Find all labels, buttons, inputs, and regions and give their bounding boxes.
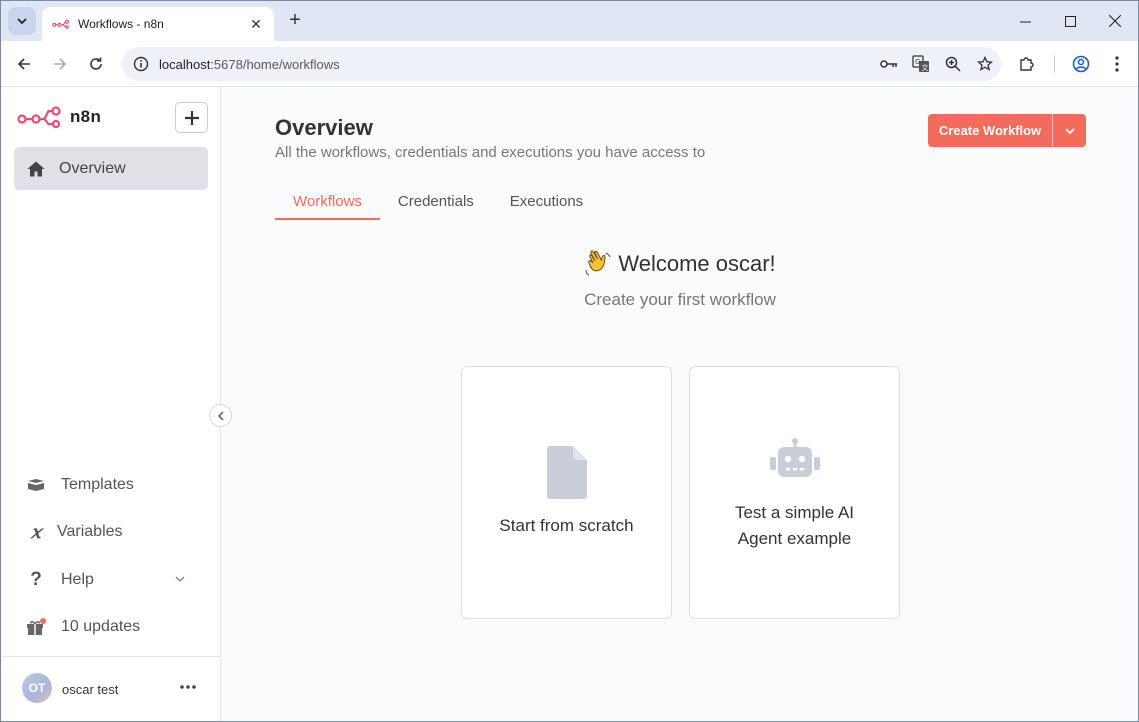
templates-icon xyxy=(25,474,47,496)
logo-text: n8n xyxy=(70,107,102,126)
help-icon: ? xyxy=(30,569,42,590)
minimize-icon xyxy=(1019,21,1031,22)
n8n-logo[interactable]: n8n xyxy=(17,105,101,129)
url-text[interactable]: localhost:5678/home/workflows xyxy=(159,57,873,72)
browser-tab[interactable]: Workflows - n8n ✕ xyxy=(42,7,274,41)
tab-credentials[interactable]: Credentials xyxy=(380,187,492,220)
back-button[interactable] xyxy=(10,50,38,78)
user-menu-button[interactable] xyxy=(177,679,199,695)
ai-agent-example-card[interactable]: Test a simple AI Agent example xyxy=(689,366,900,619)
sidebar-item-templates[interactable]: Templates xyxy=(25,469,205,501)
user-area: OT oscar test xyxy=(1,656,220,721)
card-label: Agent example xyxy=(737,529,852,548)
chevron-down-icon xyxy=(17,18,27,24)
file-icon xyxy=(546,446,588,499)
n8n-logo-icon xyxy=(17,106,61,129)
toolbar-divider xyxy=(1054,55,1055,73)
collapse-sidebar-button[interactable] xyxy=(209,404,232,427)
chevron-left-icon xyxy=(217,410,224,421)
bookmark-star-icon[interactable] xyxy=(969,49,1001,79)
maximize-icon xyxy=(1064,15,1076,27)
sidebar-item-overview[interactable]: Overview xyxy=(14,147,208,190)
plus-icon xyxy=(184,110,199,125)
create-workflow-button-group: Create Workflow xyxy=(928,114,1086,147)
browser-window: Workflows - n8n ✕ + localhost:5678/home/… xyxy=(0,0,1139,722)
home-icon xyxy=(27,161,45,176)
new-tab-button[interactable]: + xyxy=(284,9,306,31)
sidebar-item-updates[interactable]: 10 updates xyxy=(25,611,205,643)
card-label: Start from scratch xyxy=(499,516,634,535)
sidebar-item-label: Help xyxy=(61,571,94,588)
user-name: oscar test xyxy=(62,682,119,697)
url-path: :5678/home/workflows xyxy=(210,56,340,72)
kebab-menu-icon xyxy=(1115,56,1119,72)
chevron-down-icon xyxy=(1064,127,1075,134)
translate-icon[interactable]: G文 xyxy=(905,49,937,79)
tab-workflows[interactable]: Workflows xyxy=(275,187,380,220)
page-title: Overview xyxy=(275,115,373,140)
reload-button[interactable] xyxy=(82,50,110,78)
sidebar-item-label: Overview xyxy=(59,159,126,177)
close-icon xyxy=(1109,15,1121,27)
tab-strip: Workflows - n8n ✕ + xyxy=(1,1,1138,41)
sidebar-item-label: Variables xyxy=(57,523,123,540)
n8n-favicon-icon xyxy=(52,19,70,29)
close-window-button[interactable] xyxy=(1092,1,1138,41)
create-dropdown-button[interactable] xyxy=(1053,114,1086,147)
reload-icon xyxy=(90,57,102,70)
variables-icon: 𝑥 xyxy=(30,521,42,543)
n8n-app: n8n Overview Templates 𝑥 Variables ? Hel… xyxy=(1,87,1138,721)
sidebar-item-help[interactable]: ? Help xyxy=(25,564,205,596)
robot-icon xyxy=(767,437,823,479)
browser-menu-button[interactable] xyxy=(1103,50,1131,78)
welcome-text: Welcome oscar! xyxy=(618,251,776,276)
welcome-heading: Welcome oscar! xyxy=(222,250,1138,278)
page-subtitle: All the workflows, credentials and execu… xyxy=(275,144,706,161)
sidebar: n8n Overview Templates 𝑥 Variables ? Hel… xyxy=(1,87,221,721)
minimize-button[interactable] xyxy=(1002,1,1048,41)
profile-icon xyxy=(1072,55,1090,73)
url-host: localhost xyxy=(159,56,211,72)
create-workflow-button[interactable]: Create Workflow xyxy=(928,114,1052,147)
main-content: Overview All the workflows, credentials … xyxy=(222,87,1138,721)
overview-tabs: Workflows Credentials Executions xyxy=(275,187,601,220)
avatar[interactable]: OT xyxy=(22,673,52,703)
tab-executions[interactable]: Executions xyxy=(492,187,601,220)
tab-title: Workflows - n8n xyxy=(78,17,164,31)
puzzle-icon xyxy=(1020,57,1034,71)
chevron-down-icon xyxy=(175,576,185,582)
add-button[interactable] xyxy=(175,102,208,133)
maximize-button[interactable] xyxy=(1047,1,1093,41)
site-info-icon[interactable] xyxy=(126,49,156,79)
svg-text:文: 文 xyxy=(922,63,929,72)
arrow-left-icon xyxy=(17,58,30,70)
gift-icon xyxy=(25,616,47,638)
arrow-right-icon xyxy=(54,58,67,70)
profile-button[interactable] xyxy=(1067,50,1095,78)
ellipsis-icon xyxy=(180,685,196,689)
svg-text:G: G xyxy=(915,58,920,66)
password-key-icon[interactable] xyxy=(873,49,905,79)
close-tab-icon[interactable]: ✕ xyxy=(248,16,264,32)
sidebar-item-label: 10 updates xyxy=(61,618,141,635)
forward-button[interactable] xyxy=(46,50,74,78)
start-from-scratch-card[interactable]: Start from scratch xyxy=(461,366,672,619)
sidebar-item-variables[interactable]: 𝑥 Variables xyxy=(25,516,205,548)
waving-hand-icon xyxy=(585,250,611,276)
card-label: Test a simple AI xyxy=(734,503,855,522)
extensions-button[interactable] xyxy=(1013,50,1041,78)
address-bar[interactable]: localhost:5678/home/workflows G文 xyxy=(122,47,1001,81)
welcome-subtitle: Create your first workflow xyxy=(584,290,776,309)
tab-search-button[interactable] xyxy=(8,7,36,35)
zoom-icon[interactable] xyxy=(937,49,969,79)
browser-toolbar: localhost:5678/home/workflows G文 xyxy=(1,41,1138,87)
sidebar-item-label: Templates xyxy=(61,476,134,493)
